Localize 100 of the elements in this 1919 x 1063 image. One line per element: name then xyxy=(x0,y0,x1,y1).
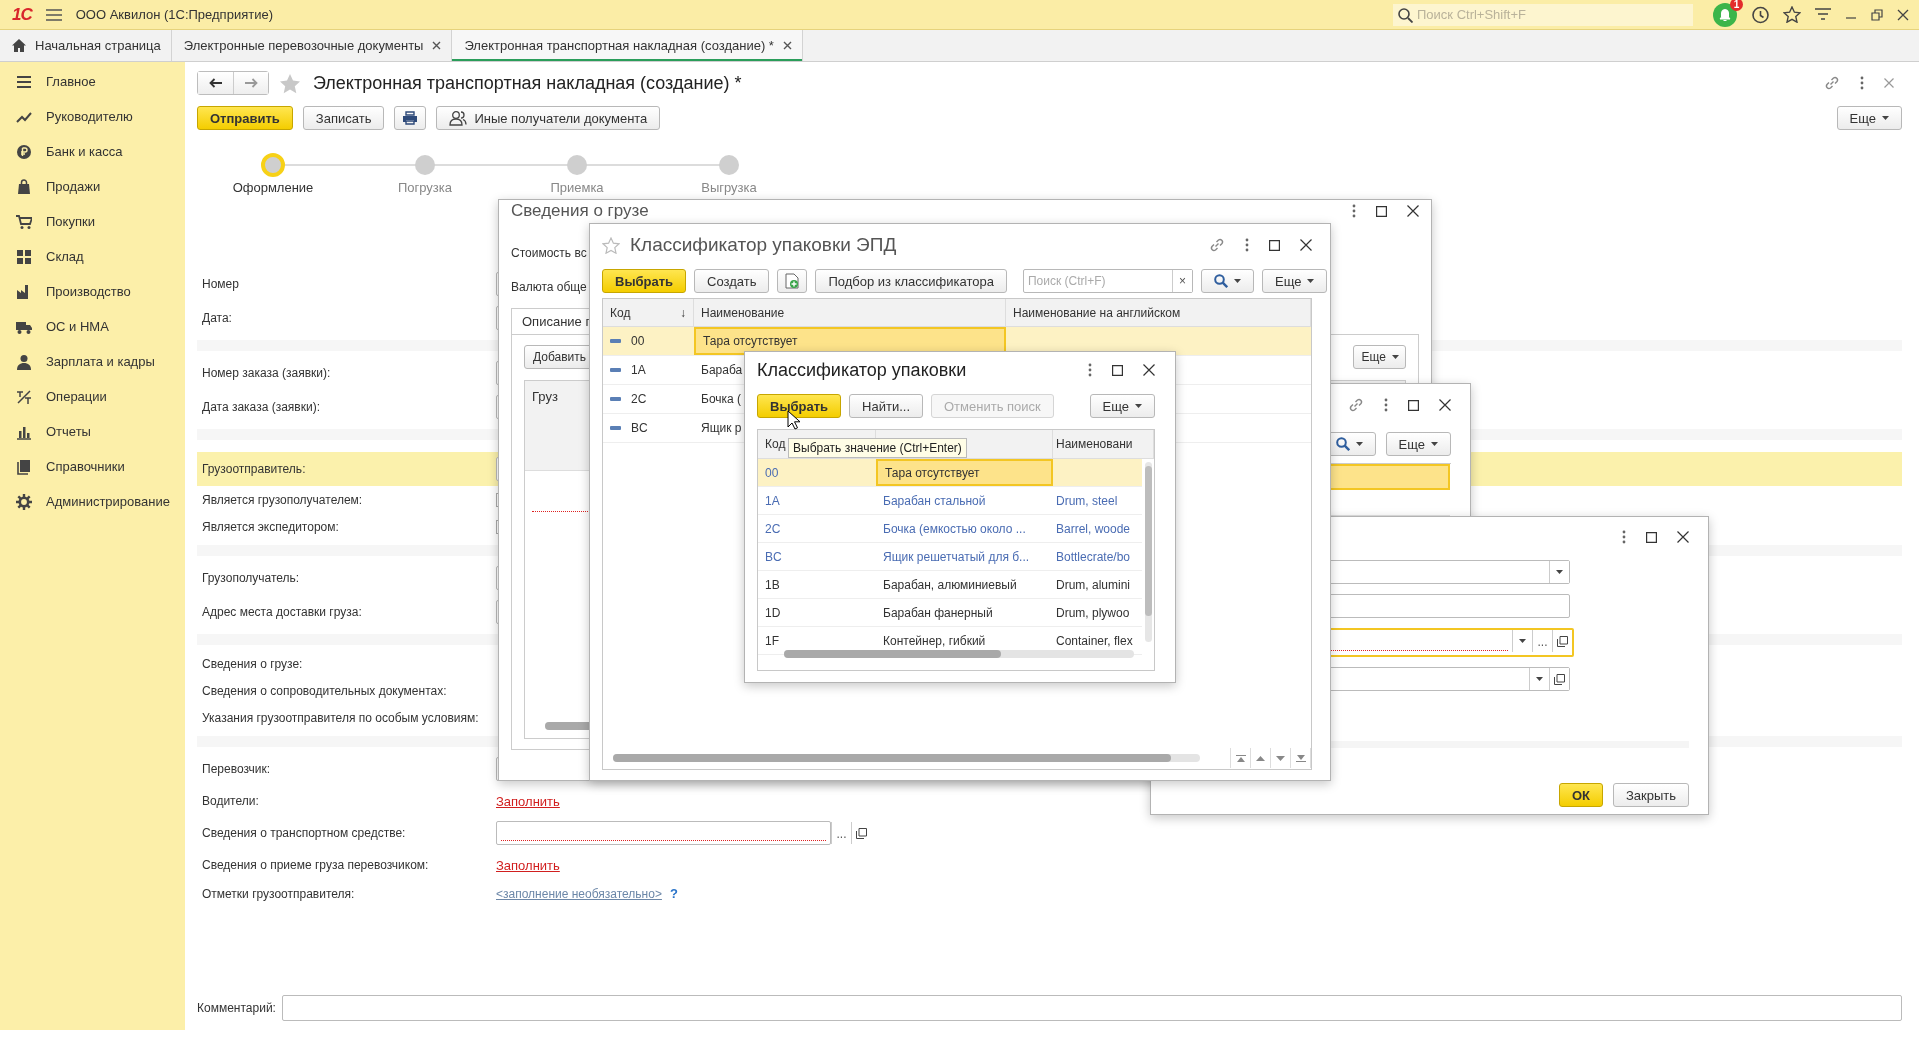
save-button[interactable]: Записать xyxy=(302,106,385,130)
column-header[interactable]: Код ↓ xyxy=(603,299,694,326)
dash-icon xyxy=(610,368,621,372)
field-label: Дата заказа (заявки): xyxy=(201,400,321,414)
column-header[interactable]: Наименовани xyxy=(1053,430,1154,458)
clear-button[interactable]: × xyxy=(1172,270,1192,292)
table-cell-text: BC xyxy=(764,548,783,566)
more-icon[interactable] xyxy=(1088,363,1092,377)
column-header[interactable]: Наименование на английском xyxy=(1006,299,1311,326)
select-button[interactable]: Выбрать xyxy=(757,394,842,418)
maximize-icon[interactable] xyxy=(1269,239,1280,251)
sidebar-item[interactable]: Справочники xyxy=(0,449,185,484)
input-field[interactable] xyxy=(496,821,831,845)
sidebar-item[interactable]: Главное xyxy=(0,64,185,99)
back-button[interactable] xyxy=(198,72,233,94)
open-window-icon xyxy=(856,827,867,839)
search-field[interactable]: Поиск (Ctrl+F) × xyxy=(1023,269,1193,293)
dropdown-button[interactable] xyxy=(1549,561,1569,583)
maximize-icon[interactable] xyxy=(1112,364,1123,376)
maximize-icon[interactable] xyxy=(1376,205,1387,217)
tab[interactable]: Электронная транспортная накладная (создание) * xyxy=(452,30,803,61)
menu-icon[interactable] xyxy=(1815,7,1831,22)
print-button[interactable] xyxy=(394,106,427,130)
history-icon[interactable] xyxy=(1751,5,1769,24)
caret-icon xyxy=(1307,279,1315,283)
scrollbar[interactable] xyxy=(784,650,1134,658)
step-marker[interactable] xyxy=(261,153,285,177)
sidebar-item[interactable]: Склад xyxy=(0,239,185,274)
close-icon[interactable] xyxy=(1677,531,1689,543)
bell-icon[interactable] xyxy=(1713,2,1737,27)
step-marker[interactable] xyxy=(719,155,739,175)
table-row[interactable]: 1B Барабан, алюминиевый Drum, alumini xyxy=(758,571,1142,599)
ledger-icon xyxy=(16,388,32,405)
step-marker[interactable] xyxy=(567,155,587,175)
close-icon[interactable] xyxy=(1300,239,1312,251)
sidebar-item[interactable]: Зарплата и кадры xyxy=(0,344,185,379)
action-button[interactable]: Подбор из классификатора xyxy=(815,269,1007,293)
maximize-icon[interactable] xyxy=(1408,399,1419,411)
more-button[interactable]: Еще xyxy=(1385,432,1451,456)
sidebar-item[interactable]: ОС и НМА xyxy=(0,309,185,344)
more-icon[interactable] xyxy=(1860,76,1864,90)
action-button[interactable]: Создать xyxy=(694,269,770,293)
recipients-button[interactable]: Иные получатели документа xyxy=(436,106,661,130)
comment-field[interactable] xyxy=(281,995,1902,1021)
more-icon[interactable] xyxy=(1384,398,1388,412)
open-button[interactable] xyxy=(1549,668,1569,690)
table-row[interactable]: 1D Барабан фанерный Drum, plywoo xyxy=(758,599,1142,627)
caret-icon xyxy=(1536,677,1543,681)
link-icon[interactable] xyxy=(1348,397,1364,413)
close-icon[interactable] xyxy=(1143,364,1155,376)
maximize-icon[interactable] xyxy=(1646,531,1657,543)
table-row[interactable]: BC Ящик решетчатый для б... Bottlecrate/bo xyxy=(758,543,1142,571)
table-row[interactable]: 2C Бочка (емкостью около ... Barrel, woode xyxy=(758,515,1142,543)
star-icon[interactable] xyxy=(1783,6,1801,23)
more-button[interactable]: Еще xyxy=(1262,269,1328,293)
select-button[interactable]: Выбрать xyxy=(602,269,687,293)
more-button[interactable]: Еще xyxy=(1836,106,1902,130)
step-marker[interactable] xyxy=(415,155,435,175)
search-button[interactable] xyxy=(1201,269,1254,293)
close-icon[interactable] xyxy=(1407,205,1419,217)
ok-button[interactable]: ОК xyxy=(1558,783,1603,807)
help-link[interactable]: ? xyxy=(669,886,678,901)
close-icon[interactable] xyxy=(1897,8,1909,21)
search-field[interactable]: Поиск Ctrl+Shift+F xyxy=(1393,3,1693,26)
more-icon[interactable] xyxy=(1622,530,1626,544)
more-icon[interactable] xyxy=(1245,238,1249,252)
add-button[interactable] xyxy=(777,269,808,293)
more-button[interactable]: Еще xyxy=(1352,345,1406,369)
link-icon[interactable] xyxy=(1824,75,1840,91)
link-icon[interactable] xyxy=(1209,237,1225,253)
sidebar-item[interactable]: Руководителю xyxy=(0,99,185,134)
more-button[interactable]: Еще xyxy=(1089,394,1155,418)
more-icon[interactable] xyxy=(1352,204,1356,218)
close-icon[interactable] xyxy=(1439,399,1451,411)
sidebar-item[interactable]: Операции xyxy=(0,379,185,414)
star-icon[interactable] xyxy=(602,236,620,254)
sidebar-item[interactable]: Продажи xyxy=(0,169,185,204)
sidebar-item[interactable]: Администрирование xyxy=(0,484,185,519)
star-icon[interactable] xyxy=(279,72,301,94)
sidebar-item[interactable]: Банк и касса xyxy=(0,134,185,169)
table-row[interactable]: 00 Тара отсутствует xyxy=(758,459,1142,487)
close-icon[interactable] xyxy=(782,41,792,50)
tab[interactable]: Начальная страница xyxy=(0,30,172,61)
menu-icon[interactable] xyxy=(45,8,62,21)
scrollbar[interactable] xyxy=(613,754,1200,762)
restore-icon[interactable] xyxy=(1871,8,1883,21)
close-button[interactable]: Закрыть xyxy=(1612,783,1689,807)
table-row[interactable]: 1A Барабан стальной Drum, steel xyxy=(758,487,1142,515)
column-header[interactable]: Наименование xyxy=(694,299,1006,326)
action-button[interactable]: Найти... xyxy=(849,394,923,418)
sidebar-item[interactable]: Покупки xyxy=(0,204,185,239)
scrollbar[interactable] xyxy=(1145,462,1152,642)
fill-link[interactable]: Заполнить xyxy=(496,793,560,809)
fill-link[interactable]: Заполнить xyxy=(496,857,560,873)
send-button[interactable]: Отправить xyxy=(197,106,293,130)
sidebar-item[interactable]: Отчеты xyxy=(0,414,185,449)
sidebar-item[interactable]: Производство xyxy=(0,274,185,309)
field-label: Стоимость вс xyxy=(511,245,587,262)
close-icon[interactable] xyxy=(432,41,442,50)
optional-link[interactable]: <заполнение необязательно> xyxy=(496,886,662,901)
